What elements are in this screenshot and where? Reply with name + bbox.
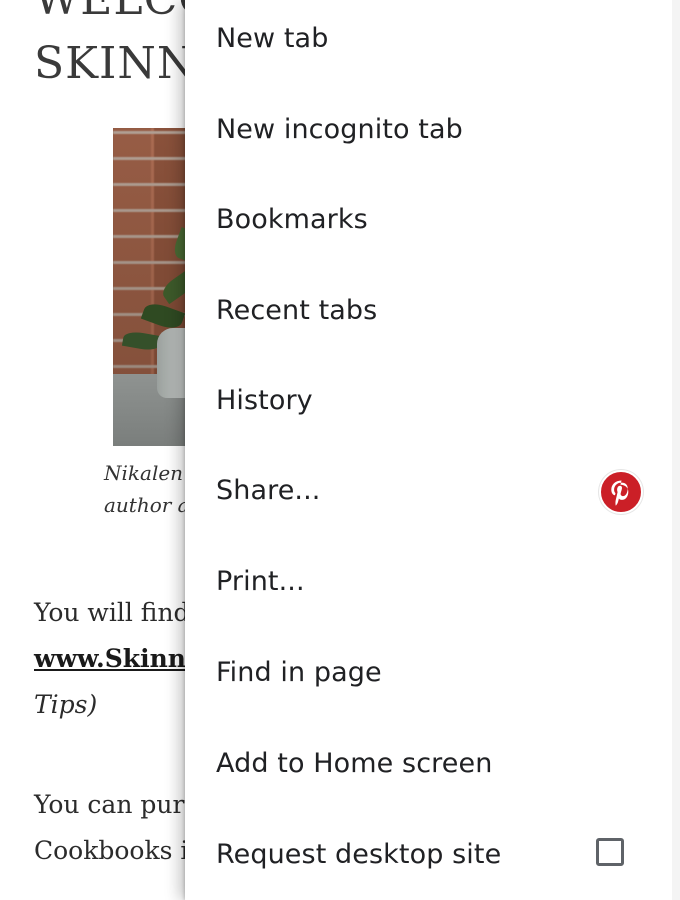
menu-item-share[interactable]: Share... — [185, 445, 672, 535]
menu-item-label: New incognito tab — [216, 113, 463, 145]
paragraph-1-line-1: You will find — [34, 598, 190, 627]
menu-item-bookmarks[interactable]: Bookmarks — [185, 174, 672, 264]
page-edge — [672, 0, 680, 900]
menu-item-new-tab[interactable]: New tab — [185, 0, 672, 83]
menu-item-label: Request desktop site — [216, 838, 502, 870]
pinterest-icon[interactable] — [599, 470, 643, 514]
menu-item-history[interactable]: History — [185, 355, 672, 445]
page-heading-line-2: SKINN — [34, 38, 197, 89]
menu-item-label: Add to Home screen — [216, 747, 493, 779]
paragraph-1-line-3: Tips) — [34, 690, 98, 719]
request-desktop-checkbox[interactable] — [596, 838, 624, 866]
menu-item-print[interactable]: Print... — [185, 536, 672, 626]
menu-item-add-to-home-screen[interactable]: Add to Home screen — [185, 718, 672, 808]
menu-item-label: Bookmarks — [216, 203, 368, 235]
paragraph-2-line-1: You can pur — [34, 790, 185, 819]
menu-item-recent-tabs[interactable]: Recent tabs — [185, 265, 672, 355]
browser-overflow-menu: New tab New incognito tab Bookmarks Rece… — [185, 0, 672, 900]
photo-caption-line-2: author a — [104, 493, 190, 517]
photo-caption-line-1: Nikalen — [104, 461, 184, 485]
menu-item-label: Find in page — [216, 656, 382, 688]
menu-item-label: Print... — [216, 565, 305, 597]
menu-item-new-incognito-tab[interactable]: New incognito tab — [185, 84, 672, 174]
menu-item-label: Recent tabs — [216, 294, 378, 326]
website-link[interactable]: www.Skinn — [34, 644, 186, 673]
author-photo — [113, 128, 193, 446]
menu-item-label: Share... — [216, 474, 321, 506]
paragraph-2-line-2: Cookbooks i — [34, 836, 189, 865]
menu-item-request-desktop-site[interactable]: Request desktop site — [185, 809, 672, 899]
menu-item-label: History — [216, 384, 313, 416]
menu-item-find-in-page[interactable]: Find in page — [185, 627, 672, 717]
menu-item-label: New tab — [216, 22, 329, 54]
